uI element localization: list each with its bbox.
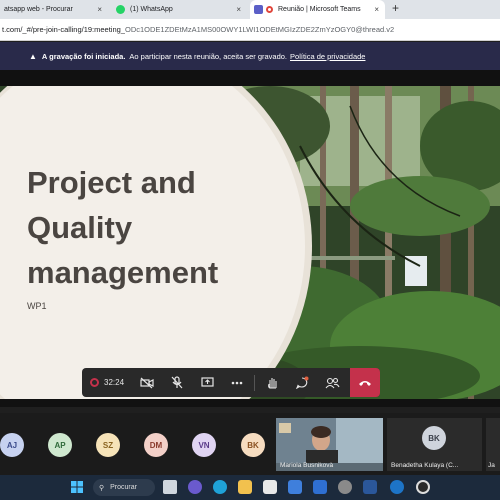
- mail-icon[interactable]: [288, 480, 302, 494]
- raise-hand-button[interactable]: [257, 368, 287, 397]
- chat-icon: [296, 376, 309, 389]
- file-explorer-icon[interactable]: [238, 480, 252, 494]
- participant-avatar[interactable]: AP: [48, 433, 72, 457]
- word-icon[interactable]: [363, 480, 377, 494]
- mic-off-icon: [171, 376, 183, 389]
- slide-title-line: Quality: [27, 210, 133, 245]
- task-view-icon[interactable]: [163, 480, 177, 494]
- participant-tile[interactable]: BK Benadetha Kulaya (C...: [387, 418, 482, 471]
- call-timer: 32:24: [104, 378, 125, 387]
- close-icon[interactable]: ×: [97, 5, 102, 14]
- participant-tile[interactable]: Ja: [486, 418, 500, 471]
- participant-avatar[interactable]: DM: [144, 433, 168, 457]
- tab-whatsapp[interactable]: (1) WhatsApp ×: [112, 0, 247, 19]
- participant-name: Ja: [488, 462, 495, 469]
- hp-icon[interactable]: [390, 480, 404, 494]
- participant-avatar[interactable]: AJ: [0, 433, 24, 457]
- store-icon[interactable]: [263, 480, 277, 494]
- app-icon[interactable]: [313, 480, 327, 494]
- camera-toggle-button[interactable]: [132, 368, 162, 397]
- banner-text: Ao participar nesta reunião, aceita ser …: [129, 51, 288, 61]
- taskbar-search[interactable]: ⚲ Procurar: [93, 479, 155, 496]
- slide-title-line: Project and: [27, 165, 196, 200]
- browser-tab-bar: atsapp web - Procurar × (1) WhatsApp × R…: [0, 0, 500, 19]
- chrome-icon[interactable]: [416, 480, 430, 494]
- banner-title: A gravação foi iniciada.: [41, 51, 126, 61]
- participant-avatar[interactable]: VN: [192, 433, 216, 457]
- tab-teams-meeting[interactable]: Reunião | Microsoft Teams ×: [250, 0, 385, 19]
- participants-button[interactable]: [317, 368, 347, 397]
- tab-label: (1) WhatsApp: [130, 6, 173, 13]
- recording-banner: ▲ A gravação foi iniciada. Ao participar…: [0, 42, 500, 70]
- recording-indicator-icon: [90, 378, 99, 387]
- recording-icon: [266, 6, 273, 13]
- close-icon[interactable]: ×: [236, 5, 241, 14]
- tab-label: Reunião | Microsoft Teams: [278, 6, 361, 13]
- url-text: t.com/_#/pre-join-calling/19:meeting_ODc…: [2, 25, 394, 34]
- new-tab-button[interactable]: +: [392, 1, 399, 15]
- teams-chat-icon[interactable]: [188, 480, 202, 494]
- tab-whatsapp-web-search[interactable]: atsapp web - Procurar ×: [0, 0, 108, 19]
- participant-video-tile[interactable]: Mariola Busnikovà: [276, 418, 383, 471]
- slide-title: Project and Quality management: [27, 160, 277, 295]
- chat-button[interactable]: [287, 368, 317, 397]
- tab-label: atsapp web - Procurar: [4, 6, 73, 13]
- camera-off-icon: [140, 377, 154, 388]
- mic-toggle-button[interactable]: [162, 368, 192, 397]
- participant-avatar[interactable]: BK: [241, 433, 265, 457]
- close-icon[interactable]: ×: [374, 5, 379, 14]
- share-screen-icon: [200, 377, 214, 387]
- teams-icon: [254, 5, 263, 14]
- leave-call-button[interactable]: [350, 368, 380, 397]
- meeting-controls: 32:24: [82, 368, 380, 397]
- hang-up-icon: [359, 380, 371, 386]
- participant-name: Mariola Busnikovà: [280, 462, 334, 469]
- participant-name: Benadetha Kulaya (C...: [391, 462, 459, 469]
- slide-title-line: management: [27, 255, 219, 290]
- url-prefix: t.com/_#/pre-join-calling/19:meeting_: [2, 25, 125, 34]
- person-icon: ▲: [29, 51, 37, 61]
- more-icon: [231, 381, 243, 384]
- privacy-policy-link[interactable]: Política de privacidade: [290, 52, 365, 61]
- search-icon: ⚲: [99, 484, 105, 492]
- participant-avatar: BK: [422, 426, 446, 450]
- slide-subtitle: WP1: [27, 301, 47, 311]
- separator: [254, 374, 256, 391]
- meeting-stage: Project and Quality management WP1 32:24: [0, 70, 500, 407]
- search-label: Procurar: [110, 484, 137, 491]
- people-icon: [325, 377, 340, 388]
- share-screen-button[interactable]: [192, 368, 222, 397]
- whatsapp-icon: [116, 5, 125, 14]
- raise-hand-icon: [267, 378, 277, 389]
- participant-avatar[interactable]: SZ: [96, 433, 120, 457]
- participant-video: [276, 418, 383, 463]
- edge-icon[interactable]: [213, 480, 227, 494]
- windows-start-icon[interactable]: [70, 480, 84, 494]
- shared-slide: Project and Quality management WP1: [0, 86, 500, 399]
- settings-icon[interactable]: [338, 480, 352, 494]
- windows-taskbar: ⚲ Procurar: [0, 475, 500, 500]
- more-options-button[interactable]: [222, 368, 252, 397]
- address-bar[interactable]: t.com/_#/pre-join-calling/19:meeting_ODc…: [0, 19, 500, 41]
- url-rest: ODc1ODE1ZDEtMzA1MS00OWY1LWI1ODEtMGIzZDE2…: [124, 25, 395, 34]
- participant-gallery: AJ AP SZ DM VN BK Mariola Busnikovà BK B…: [0, 413, 500, 475]
